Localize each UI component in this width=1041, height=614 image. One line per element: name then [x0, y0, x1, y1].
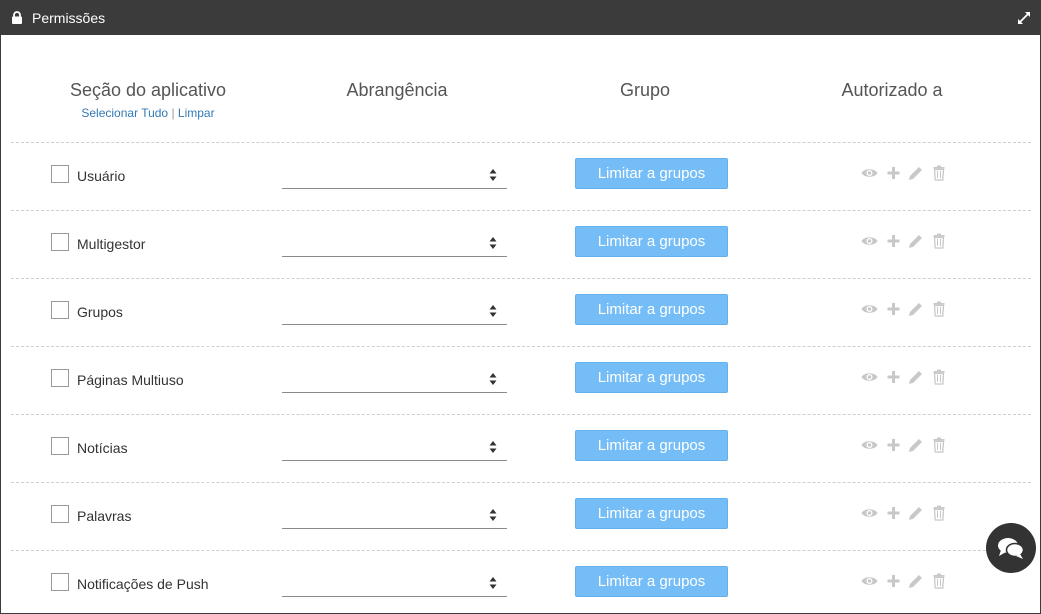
trash-icon[interactable] [933, 233, 945, 249]
scope-select[interactable] [282, 569, 507, 597]
table-row: Páginas Multiuso Limitar a grupos [11, 346, 1031, 414]
row-checkbox[interactable] [51, 573, 69, 591]
plus-icon[interactable] [887, 505, 900, 521]
select-arrows-icon [489, 305, 497, 317]
chat-icon [998, 538, 1025, 559]
eye-icon[interactable] [861, 437, 878, 453]
pencil-icon[interactable] [908, 437, 923, 453]
select-arrows-icon [489, 577, 497, 589]
trash-icon[interactable] [933, 369, 945, 385]
header-authorized: Autorizado a [841, 80, 943, 100]
limit-groups-button[interactable]: Limitar a grupos [575, 294, 728, 325]
permissions-list: Usuário Limitar a grupos Multigestor Lim… [11, 142, 1031, 613]
selection-separator: | [171, 106, 175, 120]
row-checkbox[interactable] [51, 165, 69, 183]
pencil-icon[interactable] [908, 165, 923, 181]
pencil-icon[interactable] [908, 233, 923, 249]
table-row: Palavras Limitar a grupos [11, 482, 1031, 550]
selection-links: Selecionar Tudo | Limpar [48, 105, 248, 121]
trash-icon[interactable] [933, 165, 945, 181]
plus-icon[interactable] [887, 301, 900, 317]
table-row: Grupos Limitar a grupos [11, 278, 1031, 346]
limit-groups-button[interactable]: Limitar a grupos [575, 498, 728, 529]
clear-link[interactable]: Limpar [178, 106, 215, 120]
limit-groups-button[interactable]: Limitar a grupos [575, 362, 728, 393]
plus-icon[interactable] [887, 369, 900, 385]
table-row: Notícias Limitar a grupos [11, 414, 1031, 482]
header-scope: Abrangência [346, 80, 448, 100]
select-arrows-icon [489, 169, 497, 181]
header-section: Seção do aplicativo [69, 80, 227, 100]
plus-icon[interactable] [887, 573, 900, 589]
eye-icon[interactable] [861, 369, 878, 385]
chat-button[interactable] [986, 523, 1036, 573]
trash-icon[interactable] [933, 301, 945, 317]
row-checkbox[interactable] [51, 505, 69, 523]
table-row: Notificações de Push Limitar a grupos [11, 550, 1031, 613]
row-label: Páginas Multiuso [77, 372, 184, 388]
table-row: Multigestor Limitar a grupos [11, 210, 1031, 278]
lock-icon [12, 11, 22, 24]
scope-select[interactable] [282, 297, 507, 325]
row-label: Usuário [77, 168, 126, 184]
expand-icon[interactable] [1017, 11, 1031, 25]
scope-select[interactable] [282, 161, 507, 189]
scope-select[interactable] [282, 433, 507, 461]
row-checkbox[interactable] [51, 437, 69, 455]
header-group: Grupo [619, 80, 671, 100]
pencil-icon[interactable] [908, 573, 923, 589]
eye-icon[interactable] [861, 301, 878, 317]
trash-icon[interactable] [933, 437, 945, 453]
window-title: Permissões [32, 10, 106, 26]
permissions-window: Permissões Seção do aplicativo Seleciona… [0, 0, 1041, 614]
eye-icon[interactable] [861, 233, 878, 249]
scope-select[interactable] [282, 501, 507, 529]
limit-groups-button[interactable]: Limitar a grupos [575, 226, 728, 257]
plus-icon[interactable] [887, 437, 900, 453]
select-arrows-icon [489, 441, 497, 453]
select-all-link[interactable]: Selecionar Tudo [81, 106, 168, 120]
row-checkbox[interactable] [51, 233, 69, 251]
scope-select[interactable] [282, 229, 507, 257]
limit-groups-button[interactable]: Limitar a grupos [575, 430, 728, 461]
pencil-icon[interactable] [908, 301, 923, 317]
select-arrows-icon [489, 237, 497, 249]
select-arrows-icon [489, 509, 497, 521]
row-label: Grupos [77, 304, 123, 320]
row-label: Multigestor [77, 236, 146, 252]
eye-icon[interactable] [861, 573, 878, 589]
trash-icon[interactable] [933, 573, 945, 589]
plus-icon[interactable] [887, 165, 900, 181]
row-label: Notificações de Push [77, 576, 209, 592]
eye-icon[interactable] [861, 505, 878, 521]
select-arrows-icon [489, 373, 497, 385]
row-checkbox[interactable] [51, 369, 69, 387]
plus-icon[interactable] [887, 233, 900, 249]
limit-groups-button[interactable]: Limitar a grupos [575, 566, 728, 597]
title-bar: Permissões [1, 1, 1040, 35]
trash-icon[interactable] [933, 505, 945, 521]
permissions-header: Seção do aplicativo Selecionar Tudo | Li… [1, 79, 1040, 129]
row-label: Notícias [77, 440, 128, 456]
scope-select[interactable] [282, 365, 507, 393]
limit-groups-button[interactable]: Limitar a grupos [575, 158, 728, 189]
row-checkbox[interactable] [51, 301, 69, 319]
eye-icon[interactable] [861, 165, 878, 181]
table-row: Usuário Limitar a grupos [11, 142, 1031, 210]
pencil-icon[interactable] [908, 369, 923, 385]
pencil-icon[interactable] [908, 505, 923, 521]
row-label: Palavras [77, 508, 132, 524]
